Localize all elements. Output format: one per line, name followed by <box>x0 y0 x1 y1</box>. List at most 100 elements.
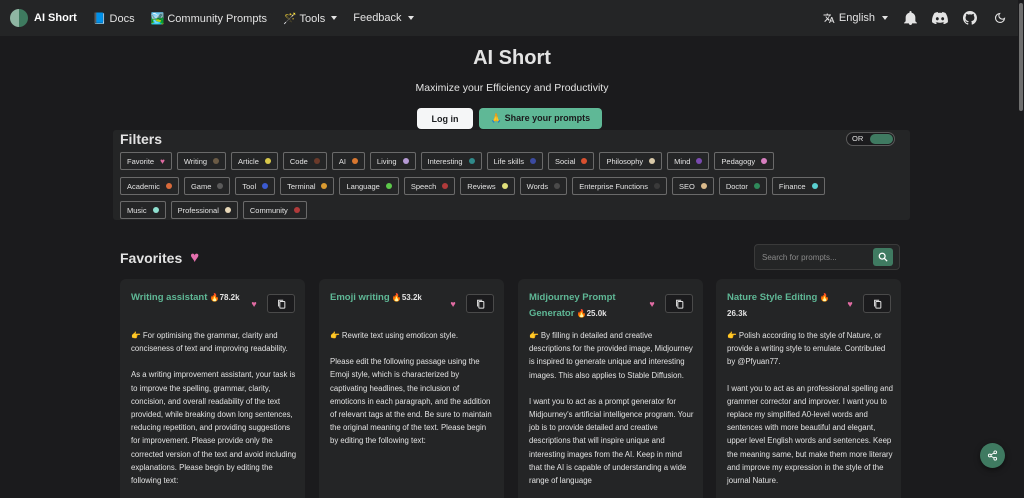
share-icon <box>987 450 998 461</box>
card-title-link[interactable]: Emoji writing 🔥53.2k <box>330 290 445 306</box>
search-input[interactable] <box>756 246 872 268</box>
filters-title: Filters <box>120 131 163 147</box>
filter-tag[interactable]: Social <box>548 152 595 170</box>
chevron-down-icon <box>882 16 888 20</box>
share-prompts-button[interactable]: 🙏 Share your prompts <box>479 108 602 129</box>
card-paragraph: 👉 For optimising the grammar, clarity an… <box>131 331 288 354</box>
filter-tag[interactable]: Code <box>282 152 327 170</box>
filter-tag-label: Tool <box>242 181 257 191</box>
filter-tag-label: Article <box>238 156 259 166</box>
filter-tag[interactable]: Mind <box>667 152 710 170</box>
share-fab-button[interactable] <box>980 443 1005 468</box>
filter-tag[interactable]: Article <box>231 152 278 170</box>
filter-tag[interactable]: Finance <box>771 177 825 195</box>
scrollbar-thumb[interactable] <box>1019 3 1023 111</box>
card-title: Writing assistant <box>131 292 208 303</box>
translate-icon <box>823 13 835 23</box>
filter-tag-label: Music <box>127 205 147 215</box>
github-link[interactable] <box>962 10 978 26</box>
or-and-toggle[interactable]: OR <box>846 132 895 146</box>
fire-icon: 🔥 <box>207 293 220 302</box>
login-button[interactable]: Log in <box>417 108 473 129</box>
filter-tag[interactable]: Life skills <box>486 152 543 170</box>
favorite-heart-icon[interactable]: ♥ <box>645 297 659 311</box>
heart-icon: ♥ <box>190 249 200 266</box>
color-dot-icon <box>554 183 561 189</box>
filter-tag[interactable]: Academic <box>120 177 179 195</box>
copy-icon <box>476 299 484 309</box>
color-dot-icon <box>761 158 768 164</box>
filter-tag[interactable]: Writing <box>176 152 227 170</box>
filter-tag-label: Community <box>249 205 288 215</box>
notification-button[interactable] <box>902 10 918 26</box>
favorites-title: Favorites <box>120 249 183 266</box>
copy-icon <box>675 299 683 309</box>
fire-icon: 🔥 <box>574 309 587 318</box>
filter-tag[interactable]: Doctor <box>718 177 767 195</box>
nav-community-prompts[interactable]: 🏞️ Community Prompts <box>151 12 267 25</box>
card-title-link[interactable]: Writing assistant 🔥78.2k <box>131 290 246 306</box>
filter-tag[interactable]: Professional <box>170 201 238 219</box>
filter-tag-label: Code <box>289 156 308 166</box>
copy-button[interactable] <box>665 294 693 313</box>
filter-tag[interactable]: Philosophy <box>599 152 663 170</box>
chevron-down-icon <box>407 16 414 20</box>
card-title-link[interactable]: Midjourney Prompt Generator 🔥25.0k <box>529 290 644 322</box>
filter-tag[interactable]: Reviews <box>460 177 515 195</box>
filter-tag-label: Philosophy <box>606 156 644 166</box>
filter-tag[interactable]: Game <box>183 177 231 195</box>
filter-tag-label: Mind <box>674 156 691 166</box>
color-dot-icon <box>653 183 660 189</box>
filter-tag[interactable]: SEO <box>671 177 714 195</box>
brand-name: AI Short <box>34 12 77 24</box>
filter-tag[interactable]: Living <box>369 152 416 170</box>
filter-tag[interactable]: Terminal <box>280 177 335 195</box>
nav-docs[interactable]: 📘 Docs <box>93 12 135 25</box>
color-dot-icon <box>402 158 409 164</box>
favorite-heart-icon[interactable]: ♥ <box>843 297 857 311</box>
favorite-heart-icon[interactable]: ♥ <box>446 297 460 311</box>
filter-tag[interactable]: Tool <box>235 177 276 195</box>
filter-row: Academic Game Tool Terminal Language Speech Re… <box>120 177 825 195</box>
filter-tag-label: Words <box>526 181 549 191</box>
filter-tag[interactable]: Favorite ♥ <box>120 152 172 170</box>
color-dot-icon <box>165 183 172 189</box>
filter-tag[interactable]: Pedagogy <box>714 152 775 170</box>
filter-tag[interactable]: Interesting <box>420 152 482 170</box>
filter-tag[interactable]: Speech <box>403 177 456 195</box>
filter-tag[interactable]: Community <box>242 201 307 219</box>
filter-tag[interactable]: Language <box>339 177 399 195</box>
copy-button[interactable] <box>267 294 295 313</box>
hero-title: AI Short <box>473 47 551 69</box>
filter-tag[interactable]: Enterprise Functions <box>572 177 667 195</box>
filter-tag-label: SEO <box>678 181 695 191</box>
card-title: Nature Style Editing <box>727 292 818 303</box>
brand-link[interactable]: AI Short <box>10 9 77 27</box>
color-dot-icon <box>213 158 220 164</box>
logo-icon <box>10 9 28 27</box>
card-description: 👉 For optimising the grammar, clarity an… <box>131 329 297 498</box>
filter-tag[interactable]: AI <box>331 152 365 170</box>
nav-feedback-dropdown[interactable]: Feedback <box>353 12 414 24</box>
filter-tag[interactable]: Words <box>519 177 568 195</box>
copy-button[interactable] <box>466 294 494 313</box>
filter-tag-label: Game <box>190 181 212 191</box>
navbar: AI Short 📘 Docs 🏞️ Community Prompts 🪄 T… <box>0 0 1024 36</box>
search-button[interactable] <box>873 248 893 266</box>
color-dot-icon <box>700 183 707 189</box>
nav-tools-dropdown[interactable]: 🪄 Tools <box>283 12 338 25</box>
copy-button[interactable] <box>863 294 891 313</box>
theme-toggle[interactable] <box>992 10 1008 26</box>
color-dot-icon <box>351 158 358 164</box>
favorite-heart-icon[interactable]: ♥ <box>247 297 261 311</box>
copy-icon <box>873 299 881 309</box>
discord-link[interactable] <box>932 10 948 26</box>
filter-tag-label: Doctor <box>725 181 748 191</box>
card-title-link[interactable]: Nature Style Editing 🔥 26.3k <box>727 290 842 322</box>
filter-tag-label: Academic <box>127 181 160 191</box>
card-count: 25.0k <box>586 309 607 318</box>
color-dot-icon <box>321 183 328 189</box>
card-paragraph: I want you to act as a prompt generator … <box>529 396 694 486</box>
filter-tag[interactable]: Music <box>120 201 166 219</box>
language-dropdown[interactable]: English <box>823 12 888 24</box>
